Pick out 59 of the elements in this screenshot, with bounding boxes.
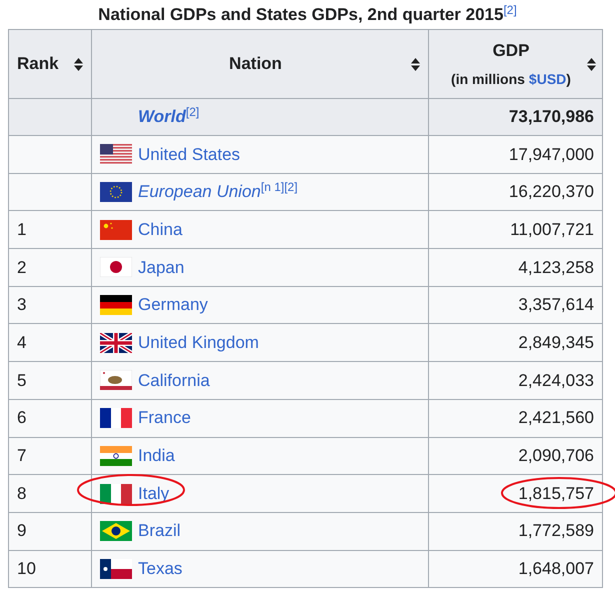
column-header[interactable]: Nation [92, 30, 428, 98]
gdp-value: 2,849,345 [518, 333, 594, 352]
flag-icon [100, 558, 132, 579]
table-caption: National GDPs and States GDPs, 2nd quarter 2015$^{[2]}$ [98, 2, 517, 26]
nation-link[interactable]: California [138, 370, 210, 390]
nation-link[interactable]: United States [138, 144, 240, 164]
column-label: Nation [228, 53, 283, 76]
rank-text: 3 [17, 295, 26, 314]
flag-icon [100, 144, 132, 164]
nation-link[interactable]: Texas [138, 559, 182, 578]
gdp-value: 11,007,721 [510, 220, 594, 239]
column-sublabel: ) [566, 70, 571, 90]
rank-text: 2 [17, 258, 26, 277]
nation-link[interactable]: Italy [138, 484, 170, 503]
nation-link[interactable]: India [138, 446, 175, 466]
currency-link[interactable]: $USD [528, 69, 566, 90]
gdp-value: 2,421,560 [518, 408, 594, 428]
nation-link[interactable]: World$^{[2]}$ [138, 107, 200, 126]
column-label: GDP [492, 40, 530, 62]
gdp-value: 4,123,258 [518, 258, 594, 277]
nation-link[interactable]: China [138, 220, 182, 239]
flag-icon [100, 220, 132, 240]
gdp-value: 1,772,589 [518, 521, 594, 540]
nation-link[interactable]: Japan [138, 258, 184, 277]
gdp-value: 2,090,706 [518, 446, 594, 466]
gdp-value: 1,815,757 [518, 484, 594, 503]
flag-icon [100, 370, 132, 390]
nation-link[interactable]: France [138, 408, 191, 428]
nation-link[interactable]: Germany [138, 295, 208, 314]
flag-icon [100, 182, 132, 202]
gdp-value: 2,424,033 [518, 370, 594, 390]
rank-text: 4 [17, 333, 26, 352]
column-label: Rank [17, 53, 59, 76]
flag-icon [100, 332, 132, 353]
flag-icon [100, 521, 132, 542]
rank-text: 7 [17, 446, 26, 466]
flag-icon [100, 408, 132, 428]
sort-icon[interactable] [587, 58, 596, 70]
flag-icon [100, 295, 132, 316]
gdp-value: 73,170,986 [508, 107, 594, 126]
rank-text: 10 [17, 559, 36, 578]
gdp-value: 17,947,000 [508, 144, 594, 164]
rank-text: 5 [17, 370, 26, 390]
rank-text: 9 [17, 521, 26, 540]
rank-text: 6 [17, 408, 26, 428]
gdp-value: 1,648,007 [518, 559, 594, 578]
rank-text: 8 [17, 484, 26, 503]
flag-icon [100, 257, 132, 278]
nation-link[interactable]: United Kingdom [138, 333, 259, 352]
sort-icon[interactable] [411, 58, 420, 70]
rank-text: 1 [17, 220, 26, 239]
flag-icon [100, 484, 132, 504]
gdp-value: 16,220,370 [508, 182, 594, 202]
column-header[interactable]: Rank [8, 30, 92, 98]
flag-icon [100, 446, 132, 466]
sort-icon[interactable] [74, 58, 83, 70]
nation-link[interactable]: Brazil [138, 521, 181, 540]
gdp-value: 3,357,614 [518, 295, 594, 314]
column-sublabel: (in millions [451, 70, 525, 90]
